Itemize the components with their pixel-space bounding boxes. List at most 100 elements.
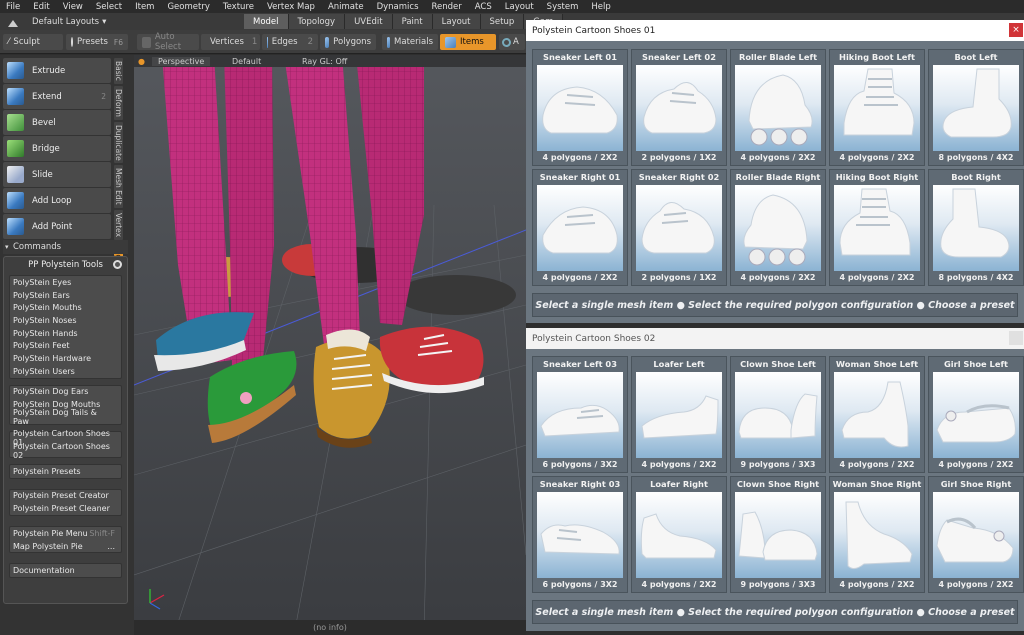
polystein-group-3: Polystein Cartoon Shoes 01 Polystein Car… [9, 429, 122, 460]
tab-deform[interactable]: Deform [114, 85, 123, 120]
preset-loafer-right[interactable]: Loafer Right 4 polygons / 2X2 [631, 476, 727, 593]
slide-button[interactable]: Slide [3, 162, 111, 187]
commands-header[interactable]: ▾ Commands [3, 240, 128, 254]
extrude-label: Extrude [32, 65, 66, 76]
preset-label: Sneaker Left 02 [642, 52, 716, 62]
bridge-button[interactable]: Bridge [3, 136, 111, 161]
pie-menu-key: Shift-F [89, 528, 115, 538]
preset-clown-shoe-right[interactable]: Clown Shoe Right 9 polygons / 3X3 [730, 476, 826, 593]
tab-vertex[interactable]: Vertex [114, 210, 123, 241]
tab-uvedit[interactable]: UVEdit [345, 14, 393, 29]
polystein-noses-button[interactable]: PolyStein Noses [10, 314, 121, 327]
polystein-dog-ears-button[interactable]: PolyStein Dog Ears [10, 386, 121, 399]
pie-menu-button[interactable]: Polystein Pie Menu Shift-F [10, 527, 121, 540]
polystein-hardware-button[interactable]: PolyStein Hardware [10, 352, 121, 365]
preset-label: Loafer Left [653, 359, 705, 369]
radio-icon[interactable] [113, 260, 122, 269]
menu-edit[interactable]: Edit [33, 2, 49, 12]
menu-vertex-map[interactable]: Vertex Map [267, 2, 315, 12]
preset-roller-blade-left[interactable]: Roller Blade Left 4 polygons / 2X2 [730, 49, 826, 166]
polygons-button[interactable]: Polygons [320, 34, 376, 50]
preset-hiking-boot-right[interactable]: Hiking Boot Right 4 polygons / 2X2 [829, 169, 925, 286]
tab-duplicate[interactable]: Duplicate [114, 121, 123, 164]
add-loop-button[interactable]: Add Loop [3, 188, 111, 213]
shoe-thumbnail [933, 372, 1019, 458]
preset-girl-shoe-right[interactable]: Girl Shoe Right 4 polygons / 2X2 [928, 476, 1024, 593]
polystein-presets-button[interactable]: Polystein Presets [10, 465, 121, 478]
preset-woman-shoe-left[interactable]: Woman Shoe Left 4 polygons / 2X2 [829, 356, 925, 473]
tab-basic[interactable]: Basic [114, 58, 123, 84]
preset-boot-left[interactable]: Boot Left 8 polygons / 4X2 [928, 49, 1024, 166]
vertices-button[interactable]: Vertices 1 [201, 34, 260, 50]
polystein-users-button[interactable]: PolyStein Users [10, 365, 121, 378]
map-pie-button[interactable]: Map Polystein Pie... [10, 540, 121, 553]
tab-topology[interactable]: Topology [288, 14, 346, 29]
preset-cleaner-button[interactable]: Polystein Preset Cleaner [10, 502, 121, 515]
3d-viewport[interactable]: ● Perspective Default Ray GL: Off [134, 55, 526, 635]
tab-paint[interactable]: Paint [392, 14, 433, 29]
cartoon-shoes-02-window: Polystein Cartoon Shoes 02 Sneaker Left … [526, 328, 1024, 631]
preset-sneaker-left-01[interactable]: Sneaker Left 01 4 polygons / 2X2 [532, 49, 628, 166]
close-icon[interactable]: × [1009, 23, 1023, 37]
extend-button[interactable]: Extend 2 [3, 84, 111, 109]
polystein-feet-button[interactable]: PolyStein Feet [10, 339, 121, 352]
menu-item[interactable]: Item [135, 2, 154, 12]
materials-button[interactable]: Materials [382, 34, 438, 50]
menu-animate[interactable]: Animate [328, 2, 364, 12]
menu-acs[interactable]: ACS [475, 2, 492, 12]
layout-selector[interactable]: Default Layouts ▾ [4, 14, 106, 29]
menu-view[interactable]: View [63, 2, 83, 12]
edges-button[interactable]: Edges 2 [262, 34, 318, 50]
menu-layout[interactable]: Layout [505, 2, 534, 12]
raygl-toggle[interactable]: Ray GL: Off [302, 57, 347, 66]
viewport-menu-icon[interactable]: ● [138, 57, 145, 66]
polystein-eyes-button[interactable]: PolyStein Eyes [10, 276, 121, 289]
close-icon[interactable] [1009, 331, 1023, 345]
preset-sneaker-right-01[interactable]: Sneaker Right 01 4 polygons / 2X2 [532, 169, 628, 286]
preset-girl-shoe-left[interactable]: Girl Shoe Left 4 polygons / 2X2 [928, 356, 1024, 473]
window-1-titlebar[interactable]: Polystein Cartoon Shoes 01 × [526, 20, 1024, 41]
shading-dropdown[interactable]: Default [232, 57, 261, 66]
menu-texture[interactable]: Texture [223, 2, 254, 12]
preset-sneaker-right-03[interactable]: Sneaker Right 03 6 polygons / 3X2 [532, 476, 628, 593]
bevel-button[interactable]: Bevel [3, 110, 111, 135]
preset-sneaker-right-02[interactable]: Sneaker Right 02 2 polygons / 1X2 [631, 169, 727, 286]
menu-help[interactable]: Help [591, 2, 610, 12]
menu-render[interactable]: Render [432, 2, 462, 12]
preset-loafer-left[interactable]: Loafer Left 4 polygons / 2X2 [631, 356, 727, 473]
presets-button[interactable]: Presets F6 [66, 34, 128, 50]
tab-layout[interactable]: Layout [432, 14, 481, 29]
menu-system[interactable]: System [547, 2, 579, 12]
polystein-mouths-button[interactable]: PolyStein Mouths [10, 301, 121, 314]
preset-woman-shoe-right[interactable]: Woman Shoe Right 4 polygons / 2X2 [829, 476, 925, 593]
menu-dynamics[interactable]: Dynamics [377, 2, 419, 12]
menu-file[interactable]: File [6, 2, 20, 12]
menu-select[interactable]: Select [96, 2, 122, 12]
add-point-button[interactable]: Add Point [3, 214, 111, 239]
tab-mesh-edit[interactable]: Mesh Edit [114, 165, 123, 209]
preset-roller-blade-right[interactable]: Roller Blade Right 4 polygons / 2X2 [730, 169, 826, 286]
window-2-titlebar[interactable]: Polystein Cartoon Shoes 02 [526, 328, 1024, 349]
polystein-ears-button[interactable]: PolyStein Ears [10, 289, 121, 302]
view-type-dropdown[interactable]: Perspective [152, 56, 211, 66]
preset-creator-button[interactable]: Polystein Preset Creator [10, 490, 121, 503]
menu-geometry[interactable]: Geometry [167, 2, 209, 12]
auto-select-button[interactable]: Auto Select [137, 32, 199, 52]
home-icon[interactable] [8, 17, 18, 27]
preset-sneaker-left-03[interactable]: Sneaker Left 03 6 polygons / 3X2 [532, 356, 628, 473]
preset-clown-shoe-left[interactable]: Clown Shoe Left 9 polygons / 3X3 [730, 356, 826, 473]
extrude-button[interactable]: Extrude [3, 58, 111, 83]
tab-model[interactable]: Model [244, 14, 289, 29]
documentation-button[interactable]: Documentation [10, 564, 121, 577]
items-button[interactable]: Items [440, 34, 496, 50]
preset-boot-right[interactable]: Boot Right 8 polygons / 4X2 [928, 169, 1024, 286]
cartoon-shoes-02-button[interactable]: Polystein Cartoon Shoes 02 [10, 442, 121, 460]
preset-hiking-boot-left[interactable]: Hiking Boot Left 4 polygons / 2X2 [829, 49, 925, 166]
sculpt-button[interactable]: ⁄ Sculpt [3, 34, 63, 50]
preset-sneaker-left-02[interactable]: Sneaker Left 02 2 polygons / 1X2 [631, 49, 727, 166]
tab-setup[interactable]: Setup [480, 14, 525, 29]
polystein-hands-button[interactable]: PolyStein Hands [10, 327, 121, 340]
polystein-dog-tails-button[interactable]: PolyStein Dog Tails & Paw [10, 408, 121, 426]
auto-select-icon [142, 36, 151, 48]
action-center-button[interactable]: A [499, 34, 525, 50]
